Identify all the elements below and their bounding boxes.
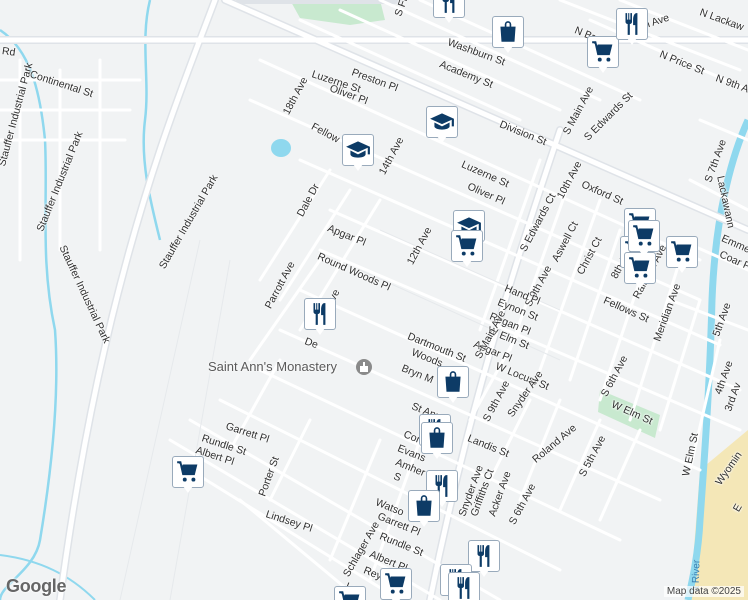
pin-cart-10[interactable] [628,220,660,258]
pin-tip [448,396,458,403]
restaurant-icon [468,540,500,572]
pin-cart-9[interactable] [334,586,366,600]
restaurant-icon [616,8,648,40]
shopping-bag-icon [408,490,440,522]
shopping-cart-icon [380,568,412,600]
google-logo: Google [6,576,67,596]
pin-tip [444,16,454,23]
pin-tip [627,38,637,45]
pin-restaurant-3[interactable] [304,298,336,336]
poi-saint-anns-monastery[interactable]: Saint Ann's Monastery [208,359,337,374]
pin-tip [432,452,442,459]
pin-school-1[interactable] [426,106,458,144]
pin-cart-8[interactable] [380,568,412,600]
pin-tip [353,164,363,171]
school-icon [342,134,374,166]
map-base-layer [0,0,748,600]
pin-cart-1[interactable] [587,36,619,74]
pin-shop-4[interactable] [408,490,440,528]
school-icon [426,106,458,138]
restaurant-icon [448,572,480,600]
pin-shop-3[interactable] [421,422,453,460]
pin-shop-1[interactable] [492,16,524,54]
pin-tip [462,260,472,267]
pin-school-2[interactable] [342,134,374,172]
pin-cart-2[interactable] [451,230,483,268]
place-of-worship-icon[interactable] [356,359,372,375]
pond [271,139,291,157]
pin-tip [183,486,193,493]
pin-restaurant-8[interactable] [448,572,480,600]
shopping-cart-icon [172,456,204,488]
shopping-bag-icon [421,422,453,454]
shopping-bag-icon [437,366,469,398]
pin-tip [419,520,429,527]
pin-tip [598,66,608,73]
map-attribution[interactable]: Map data ©2025 [663,586,744,597]
pin-restaurant-1[interactable] [433,0,465,24]
restaurant-icon [304,298,336,330]
pin-tip [479,570,489,577]
pin-tip [677,266,687,273]
shopping-cart-icon [666,236,698,268]
pin-tip [503,46,513,53]
shopping-cart-icon [628,220,660,252]
shopping-cart-icon [587,36,619,68]
pin-restaurant-2[interactable] [616,8,648,46]
pin-tip [635,282,645,289]
shopping-cart-icon [451,230,483,262]
pin-tip [315,328,325,335]
pin-tip [437,136,447,143]
map-canvas[interactable]: Continental St Rd Stauffer Industrial Park… [0,0,748,600]
pin-shop-2[interactable] [437,366,469,404]
shopping-bag-icon [492,16,524,48]
pin-cart-7[interactable] [172,456,204,494]
shopping-cart-icon [334,586,366,600]
pin-cart-5[interactable] [666,236,698,274]
pin-tip [639,250,649,257]
street-label-rd: Rd [1,45,17,59]
